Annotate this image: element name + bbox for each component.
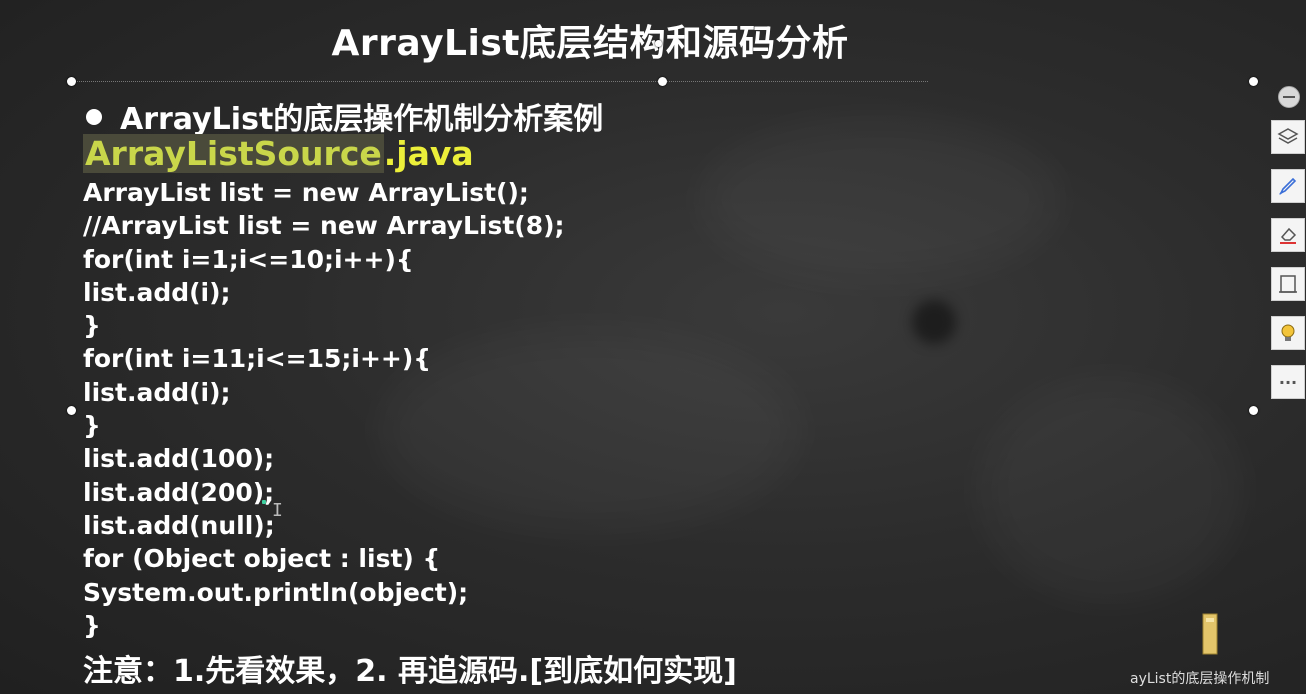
heading-text: ArrayList的底层操作机制分析案例 <box>120 102 604 137</box>
text-cursor-icon: I <box>272 500 283 521</box>
code-line: } <box>83 411 101 441</box>
collapse-icon[interactable] <box>1278 86 1300 108</box>
frame-button[interactable] <box>1271 267 1305 301</box>
slide-heading[interactable]: ArrayList的底层操作机制分析案例 <box>86 94 603 138</box>
note-text[interactable]: 注意：1.先看效果，2. 再追源码.[到底如何实现] <box>83 646 737 690</box>
code-line: list.add(100); <box>83 444 275 474</box>
code-line: list.add(null); <box>83 510 275 540</box>
resize-handle-middle-left[interactable] <box>67 406 76 415</box>
more-button[interactable]: ··· <box>1271 365 1305 399</box>
rotate-handle[interactable] <box>655 40 662 47</box>
code-line: for (Object object : list) { <box>83 544 441 574</box>
chalk-smudge <box>912 300 956 344</box>
pen-icon <box>1279 177 1297 195</box>
file-name-highlight: ArrayListSource <box>83 134 384 173</box>
lightbulb-button[interactable] <box>1271 316 1305 350</box>
resize-handle-top-left[interactable] <box>67 77 76 86</box>
slide-title: ArrayList底层结构和源码分析 <box>331 23 849 64</box>
bullet-icon <box>86 108 102 125</box>
code-block[interactable]: ArrayList list = new ArrayList(); //Arra… <box>83 176 565 642</box>
eraser-icon <box>1280 227 1297 244</box>
selection-border <box>72 81 928 82</box>
layers-button[interactable] <box>1271 120 1305 154</box>
code-line: for(int i=1;i<=10;i++){ <box>83 244 414 274</box>
resize-handle-middle-right[interactable] <box>1249 406 1258 415</box>
code-line: list.add(200); <box>83 477 275 507</box>
resize-handle-top-center[interactable] <box>658 77 667 86</box>
code-line: } <box>83 610 101 640</box>
layers-icon <box>1277 128 1299 144</box>
code-line: list.add(i); <box>83 277 231 307</box>
resize-handle-top-right[interactable] <box>1249 77 1258 86</box>
frame-icon <box>1279 275 1297 293</box>
code-line: ArrayList list = new ArrayList(); <box>83 178 529 207</box>
edit-marker <box>262 500 266 504</box>
eraser-button[interactable] <box>1271 218 1305 252</box>
code-line: //ArrayList list = new ArrayList(8); <box>83 211 565 241</box>
code-line: for(int i=11;i<=15;i++){ <box>83 344 432 374</box>
pen-button[interactable] <box>1271 169 1305 203</box>
code-line: } <box>83 311 101 341</box>
code-line: System.out.println(object); <box>83 577 469 607</box>
file-name[interactable]: ArrayListSource.java <box>83 134 474 173</box>
code-line: list.add(i); <box>83 377 231 407</box>
file-extension: .java <box>383 134 474 173</box>
folder-icon[interactable] <box>1200 612 1222 660</box>
lightbulb-icon <box>1281 324 1295 341</box>
taskbar-window-label[interactable]: ayList的底层操作机制 <box>1130 668 1269 688</box>
